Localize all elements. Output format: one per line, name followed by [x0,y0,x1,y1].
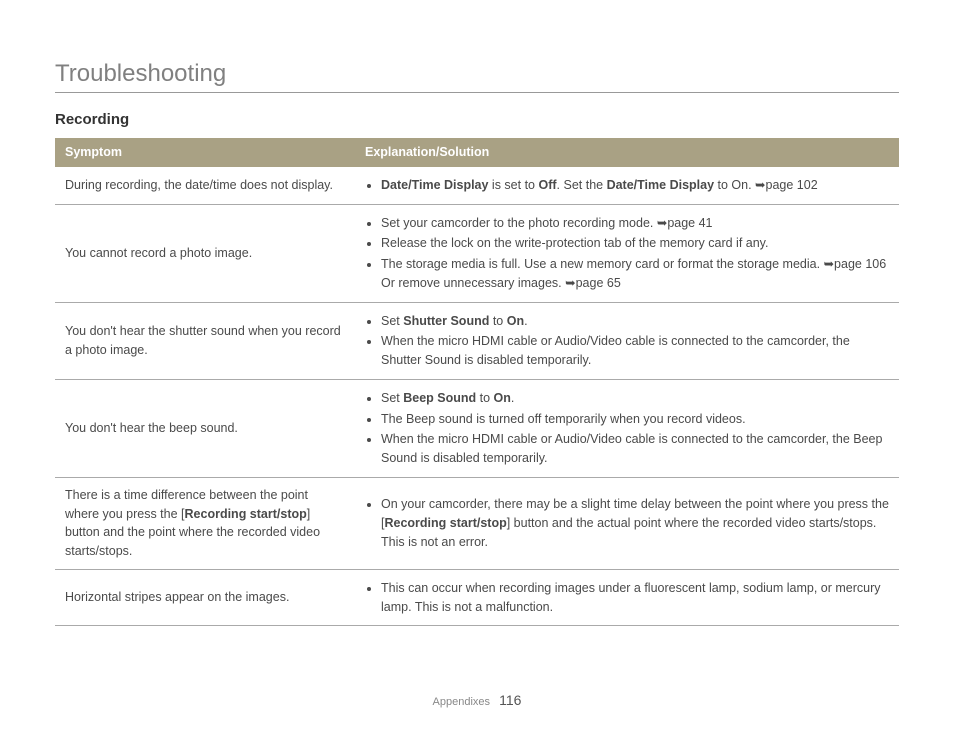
page: Troubleshooting Recording Symptom Explan… [0,0,954,730]
solution-item: Date/Time Display is set to Off. Set the… [381,175,889,196]
symptom-cell: You cannot record a photo image. [55,204,355,302]
solution-cell: On your camcorder, there may be a slight… [355,477,899,569]
solution-list: On your camcorder, there may be a slight… [365,494,889,552]
symptom-cell: You don't hear the shutter sound when yo… [55,302,355,379]
solution-cell: Set Beep Sound to On.The Beep sound is t… [355,379,899,477]
solution-item: This can occur when recording images und… [381,578,889,618]
page-number: 116 [499,692,521,708]
footer-label: Appendixes [433,696,491,708]
solution-cell: This can occur when recording images und… [355,569,899,626]
page-ref-arrow-icon: ➥ [824,255,834,274]
title-rule [55,92,899,93]
symptom-cell: During recording, the date/time does not… [55,167,355,204]
symptom-cell: Horizontal stripes appear on the images. [55,569,355,626]
table-row: During recording, the date/time does not… [55,167,899,204]
table-row: Horizontal stripes appear on the images.… [55,569,899,626]
troubleshooting-table: Symptom Explanation/Solution During reco… [55,138,899,626]
solution-item: Set Shutter Sound to On. [381,311,889,332]
page-ref-arrow-icon: ➥ [755,176,765,195]
solution-cell: Date/Time Display is set to Off. Set the… [355,167,899,204]
page-footer: Appendixes 116 [0,692,954,708]
section-heading: Recording [55,111,899,128]
page-ref-arrow-icon: ➥ [565,274,575,293]
solution-list: Date/Time Display is set to Off. Set the… [365,175,889,196]
solution-item: Release the lock on the write-protection… [381,233,889,254]
table-row: You don't hear the shutter sound when yo… [55,302,899,379]
solution-list: Set your camcorder to the photo recordin… [365,213,889,294]
solution-item: The Beep sound is turned off temporarily… [381,409,889,430]
col-symptom: Symptom [55,138,355,167]
table-header-row: Symptom Explanation/Solution [55,138,899,167]
solution-list: This can occur when recording images und… [365,578,889,618]
table-row: You cannot record a photo image. Set your… [55,204,899,302]
symptom-cell: You don't hear the beep sound. [55,379,355,477]
table-row: You don't hear the beep sound.Set Beep S… [55,379,899,477]
table-row: There is a time difference between the p… [55,477,899,569]
col-solution: Explanation/Solution [355,138,899,167]
solution-item: The storage media is full. Use a new mem… [381,254,889,294]
solution-item: Set Beep Sound to On. [381,388,889,409]
symptom-cell: There is a time difference between the p… [55,477,355,569]
solution-cell: Set your camcorder to the photo recordin… [355,204,899,302]
page-title: Troubleshooting [55,60,899,88]
solution-item: On your camcorder, there may be a slight… [381,494,889,552]
solution-item: When the micro HDMI cable or Audio/Video… [381,429,889,469]
solution-item: Set your camcorder to the photo recordin… [381,213,889,234]
solution-list: Set Beep Sound to On.The Beep sound is t… [365,388,889,469]
solution-cell: Set Shutter Sound to On.When the micro H… [355,302,899,379]
solution-item: When the micro HDMI cable or Audio/Video… [381,331,889,371]
page-ref-arrow-icon: ➥ [657,214,667,233]
solution-list: Set Shutter Sound to On.When the micro H… [365,311,889,371]
